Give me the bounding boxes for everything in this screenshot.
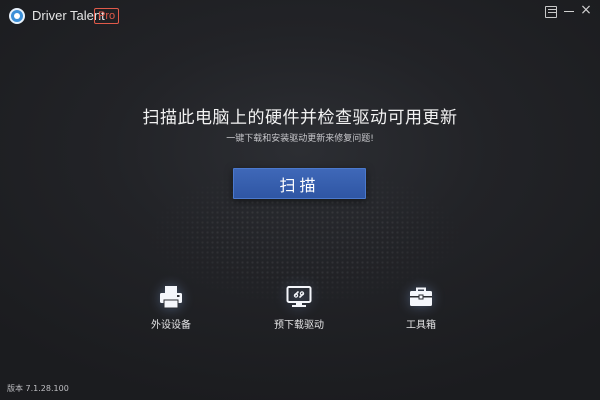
page-headline: 扫描此电脑上的硬件并检查驱动可用更新 [142, 108, 458, 128]
driver-talent-logo-icon [9, 8, 25, 24]
tool-toolbox[interactable]: 工具箱 [376, 283, 466, 331]
tool-label: 外设设备 [151, 320, 191, 331]
minimize-icon[interactable] [563, 4, 575, 18]
monitor-download-icon [285, 283, 313, 311]
menu-icon[interactable] [545, 6, 557, 18]
page-subtitle: 一键下载和安装驱动更新来修复问题! [226, 134, 374, 144]
tool-predownload-drivers[interactable]: 预下载驱动 [254, 283, 344, 331]
toolbox-icon [407, 283, 435, 311]
app-window: Driver Talent Pro × 扫描此电脑上的硬件并检查驱动可用更新 一… [0, 0, 600, 400]
title-bar: Driver Talent Pro × [0, 0, 600, 32]
version-label: 版本 7.1.28.100 [7, 384, 69, 393]
tool-peripheral-devices[interactable]: 外设设备 [126, 283, 216, 331]
pro-badge: Pro [94, 8, 120, 24]
tool-label: 工具箱 [406, 320, 436, 331]
close-icon[interactable]: × [579, 3, 593, 17]
tool-label: 预下载驱动 [274, 320, 324, 331]
scan-button[interactable]: 扫描 [233, 168, 366, 199]
printer-icon [157, 283, 185, 311]
